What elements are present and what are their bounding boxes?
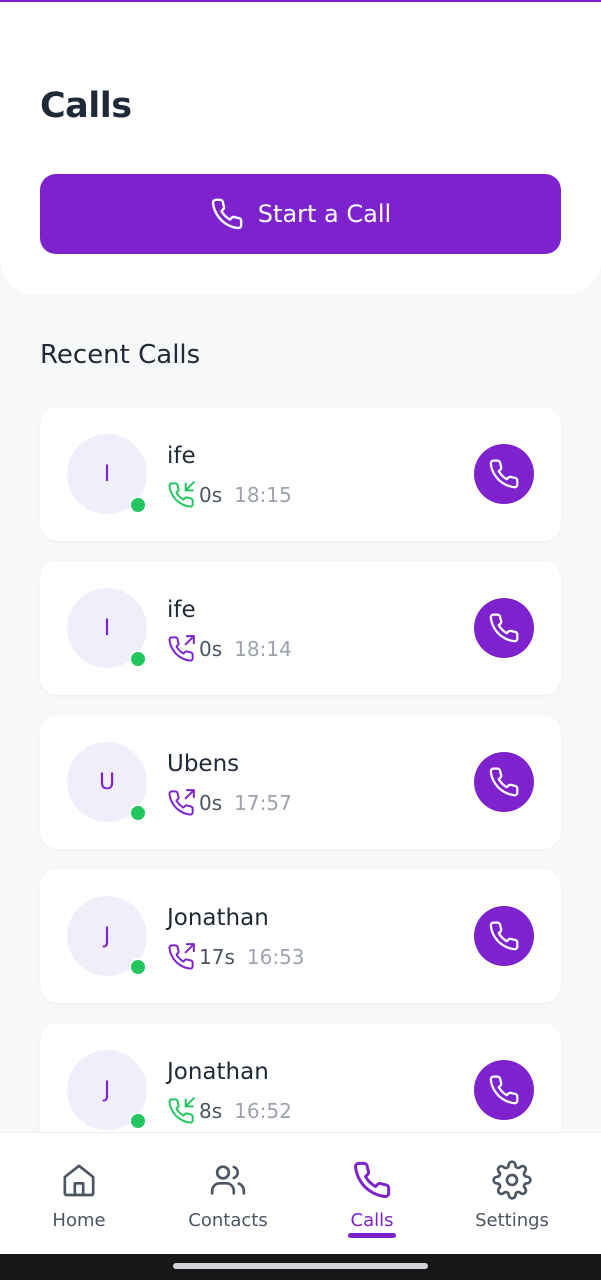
call-item[interactable]: J Jonathan 17s 16:53 bbox=[40, 869, 561, 1003]
nav-label: Calls bbox=[350, 1210, 394, 1231]
contact-name: Jonathan bbox=[167, 1059, 269, 1085]
phone-icon bbox=[210, 197, 244, 231]
online-status-dot bbox=[129, 804, 147, 822]
call-duration: 0s bbox=[199, 483, 223, 507]
nav-item-home[interactable]: Home bbox=[4, 1133, 154, 1255]
call-meta: 0s 17:57 bbox=[167, 789, 292, 817]
incoming-call-icon bbox=[167, 481, 199, 509]
call-item[interactable]: I ife 0s 18:15 bbox=[40, 407, 561, 541]
call-back-button[interactable] bbox=[474, 752, 534, 812]
call-back-button[interactable] bbox=[474, 444, 534, 504]
call-meta: 17s 16:53 bbox=[167, 943, 305, 971]
call-time: 16:53 bbox=[246, 945, 305, 969]
home-icon bbox=[59, 1133, 99, 1200]
contact-name: ife bbox=[167, 597, 196, 623]
recent-calls-heading: Recent Calls bbox=[40, 340, 201, 370]
active-tab-indicator bbox=[348, 1233, 396, 1238]
call-time: 17:57 bbox=[234, 791, 292, 815]
call-meta: 8s 16:52 bbox=[167, 1097, 292, 1125]
call-back-button[interactable] bbox=[474, 906, 534, 966]
call-item[interactable]: I ife 0s 18:14 bbox=[40, 561, 561, 695]
bottom-nav: Home Contacts Calls Settings bbox=[0, 1132, 601, 1255]
phone-icon bbox=[488, 612, 520, 644]
nav-item-settings[interactable]: Settings bbox=[437, 1133, 587, 1255]
contact-name: Ubens bbox=[167, 751, 240, 777]
gear-icon bbox=[492, 1133, 532, 1200]
outgoing-call-icon bbox=[167, 789, 199, 817]
phone-icon bbox=[352, 1133, 392, 1200]
outgoing-call-icon bbox=[167, 635, 199, 663]
nav-item-contacts[interactable]: Contacts bbox=[153, 1133, 303, 1255]
outgoing-call-icon bbox=[167, 943, 199, 971]
call-duration: 8s bbox=[199, 1099, 223, 1123]
online-status-dot bbox=[129, 650, 147, 668]
header: Calls Start a Call bbox=[0, 2, 601, 294]
call-time: 16:52 bbox=[234, 1099, 292, 1123]
call-duration: 17s bbox=[199, 945, 235, 969]
phone-icon bbox=[488, 766, 520, 798]
call-duration: 0s bbox=[199, 791, 223, 815]
online-status-dot bbox=[129, 1112, 147, 1130]
online-status-dot bbox=[129, 496, 147, 514]
page-title: Calls bbox=[40, 86, 132, 126]
nav-label: Contacts bbox=[188, 1210, 268, 1231]
phone-icon bbox=[488, 458, 520, 490]
online-status-dot bbox=[129, 958, 147, 976]
incoming-call-icon bbox=[167, 1097, 199, 1125]
contacts-icon bbox=[208, 1133, 248, 1200]
contact-name: Jonathan bbox=[167, 905, 269, 931]
home-gesture-pill[interactable] bbox=[173, 1263, 428, 1269]
call-meta: 0s 18:15 bbox=[167, 481, 292, 509]
call-item[interactable]: U Ubens 0s 17:57 bbox=[40, 715, 561, 849]
nav-label: Settings bbox=[475, 1210, 549, 1231]
contact-name: ife bbox=[167, 443, 196, 469]
call-meta: 0s 18:14 bbox=[167, 635, 292, 663]
call-time: 18:15 bbox=[234, 483, 292, 507]
start-call-label: Start a Call bbox=[257, 200, 392, 228]
phone-icon bbox=[488, 1074, 520, 1106]
call-duration: 0s bbox=[199, 637, 223, 661]
call-back-button[interactable] bbox=[474, 1060, 534, 1120]
nav-label: Home bbox=[52, 1210, 106, 1231]
start-call-button[interactable]: Start a Call bbox=[40, 174, 561, 254]
call-time: 18:14 bbox=[234, 637, 292, 661]
phone-icon bbox=[488, 920, 520, 952]
call-back-button[interactable] bbox=[474, 598, 534, 658]
